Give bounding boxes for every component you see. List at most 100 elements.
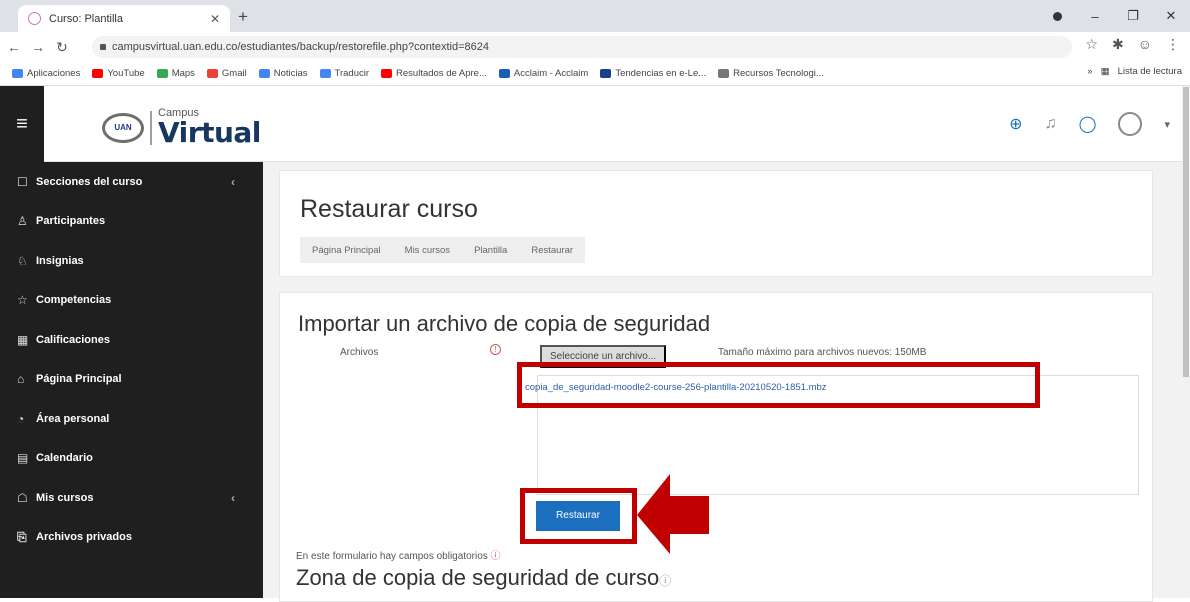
page-title: Restaurar curso (300, 195, 478, 223)
close-window-icon[interactable]: ✕ (1152, 8, 1190, 24)
bookmark-favicon-icon (381, 69, 393, 78)
logo-virtual-text: Virtual (158, 116, 261, 149)
url-input[interactable]: campusvirtual.uan.edu.co/estudiantes/bac… (92, 36, 1072, 58)
bookmark-item[interactable]: Aplicaciones (12, 68, 80, 79)
user-menu-chevron-icon[interactable]: ▾ (1164, 118, 1170, 131)
sidebar-item-label: Insignias (36, 254, 84, 267)
page-scrollbar[interactable] (1182, 86, 1190, 598)
sidebar-item[interactable]: ⌂ Página Principal (0, 360, 263, 400)
breadcrumb-item[interactable]: Página Principal (300, 245, 393, 256)
window-controls: – ❐ ✕ (1038, 0, 1190, 32)
required-icon: ! (490, 344, 501, 355)
menu-dots-icon[interactable]: ⋮ (1166, 36, 1180, 53)
record-icon[interactable] (1038, 9, 1076, 24)
bookmark-favicon-icon (206, 69, 218, 78)
bookmark-item[interactable]: YouTube (92, 68, 145, 79)
sidebar-item[interactable]: ▦ Calificaciones (0, 320, 263, 360)
reload-icon[interactable]: ↻ (52, 39, 72, 56)
bookmark-label: Maps (171, 68, 195, 79)
restore-button[interactable]: Restaurar (536, 501, 620, 531)
bookmark-label: Aplicaciones (27, 68, 81, 79)
sidebar-item-label: Participantes (36, 215, 106, 228)
hamburger-menu-icon[interactable]: ≡ (0, 86, 44, 162)
sidebar-item-label: Mis cursos (36, 491, 94, 504)
sidebar-item-label: Competencias (36, 294, 112, 307)
bookmark-item[interactable]: Tendencias en e-Le... (600, 68, 706, 79)
page-header-card: Restaurar curso Página Principal Mis curs… (279, 170, 1153, 277)
required-note-icon: ⓘ (490, 551, 501, 562)
bookmark-favicon-icon (92, 69, 104, 78)
breadcrumb-item[interactable]: Mis cursos (393, 245, 462, 256)
sidebar-item[interactable]: ◔ Área personal (0, 399, 263, 439)
bookmark-label: Gmail (221, 68, 247, 79)
bookmark-star-icon[interactable]: ☆ (1085, 36, 1098, 53)
max-size-note: Tamaño máximo para archivos nuevos: 150M… (718, 347, 927, 358)
moodle-favicon-icon (28, 12, 41, 25)
grades-icon: ▦ (17, 332, 29, 347)
uploaded-file-link[interactable]: copia_de_seguridad-moodle2-course-256-pl… (525, 382, 827, 393)
bookmark-label: Noticias (273, 68, 308, 79)
backup-zone-heading-text: Zona de copia de seguridad de curso (296, 565, 660, 590)
home-icon: ⌂ (17, 372, 25, 387)
sidebar-item[interactable]: ♙ Participantes (0, 202, 263, 242)
messages-bubble-icon[interactable]: ◯ (1079, 114, 1097, 134)
required-note-text: En este formulario hay campos obligatori… (296, 551, 488, 562)
sidebar-item[interactable]: ☐ Secciones del curso ‹ (0, 162, 263, 202)
bookmark-label: Recursos Tecnologi... (733, 68, 824, 79)
sidebar-item[interactable]: ⎘ Archivos privados (0, 518, 263, 558)
bookmark-item[interactable]: Recursos Tecnologi... (718, 68, 824, 79)
help-icon[interactable]: ⓘ (659, 574, 671, 588)
collapse-chevron-icon[interactable]: ‹ (231, 491, 235, 505)
site-navbar: ≡ UAN Campus Virtual ⊕ ♫ ◯ ▾ (0, 86, 1190, 162)
bookmark-item[interactable]: Resultados de Apre... (381, 68, 487, 79)
forward-icon[interactable]: → (28, 39, 48, 55)
dashboard-icon: ◔ (17, 411, 25, 426)
logo-badge-text: UAN (114, 123, 132, 132)
navbar-icons: ⊕ ♫ ◯ ▾ (1009, 112, 1170, 136)
notifications-bell-icon[interactable]: ♫ (1045, 115, 1057, 133)
sidebar-item[interactable]: ☆ Competencias (0, 281, 263, 321)
sidebar-item-label: Calificaciones (36, 333, 110, 346)
sidebar-item-label: Calendario (36, 452, 93, 465)
more-bookmarks-icon[interactable]: » (1087, 66, 1092, 77)
required-fields-note: En este formulario hay campos obligatori… (296, 547, 501, 562)
bookmark-item[interactable]: Noticias (258, 68, 308, 79)
close-tab-icon[interactable]: ✕ (210, 12, 220, 26)
bookmark-item[interactable]: Traducir (319, 68, 369, 79)
new-tab-icon[interactable]: + (238, 7, 248, 27)
collapse-chevron-icon[interactable]: ‹ (231, 175, 235, 189)
graduation-icon: ☖ (17, 490, 28, 505)
lock-icon (100, 44, 106, 50)
extensions-icon[interactable]: ✱ (1112, 36, 1124, 53)
sidebar-item[interactable]: ☖ Mis cursos ‹ (0, 478, 263, 518)
bookmark-item[interactable]: Gmail (206, 68, 247, 79)
scrollbar-thumb[interactable] (1183, 87, 1189, 377)
address-bar-row: ← → ↻ campusvirtual.uan.edu.co/estudiant… (0, 32, 1190, 62)
files-label: Archivos (340, 347, 379, 358)
bookmark-label: Resultados de Apre... (396, 68, 487, 79)
back-icon[interactable]: ← (4, 39, 24, 55)
bookmark-label: Acclaim - Acclaim (513, 68, 589, 79)
bookmark-favicon-icon (498, 69, 510, 78)
bookmark-label: Tendencias en e-Le... (615, 68, 707, 79)
bookmark-favicon-icon (156, 69, 168, 78)
reading-list-label[interactable]: Lista de lectura (1118, 66, 1182, 77)
sidebar-item[interactable]: ▤ Calendario (0, 439, 263, 479)
import-heading: Importar un archivo de copia de segurida… (298, 311, 711, 336)
breadcrumb-item[interactable]: Plantilla (462, 245, 519, 256)
sidebar-item[interactable]: ♘ Insignias (0, 241, 263, 281)
bookmark-item[interactable]: Acclaim - Acclaim (498, 68, 589, 79)
campus-virtual-logo[interactable]: UAN Campus Virtual (102, 108, 261, 147)
browser-tab[interactable]: Curso: Plantilla ✕ (18, 5, 230, 32)
language-globe-icon[interactable]: ⊕ (1009, 114, 1022, 134)
user-avatar[interactable] (1118, 112, 1143, 136)
reading-list-icon[interactable]: ▦ (1101, 66, 1110, 77)
star-icon: ☆ (17, 293, 28, 308)
bookmark-label: YouTube (107, 68, 145, 79)
minimize-icon[interactable]: – (1076, 9, 1114, 24)
maximize-icon[interactable]: ❐ (1114, 8, 1152, 24)
breadcrumb-item: Restaurar (531, 244, 574, 256)
bookmark-item[interactable]: Maps (156, 68, 195, 79)
profile-icon[interactable]: ☺ (1138, 36, 1152, 53)
badge-icon: ♘ (17, 253, 28, 268)
